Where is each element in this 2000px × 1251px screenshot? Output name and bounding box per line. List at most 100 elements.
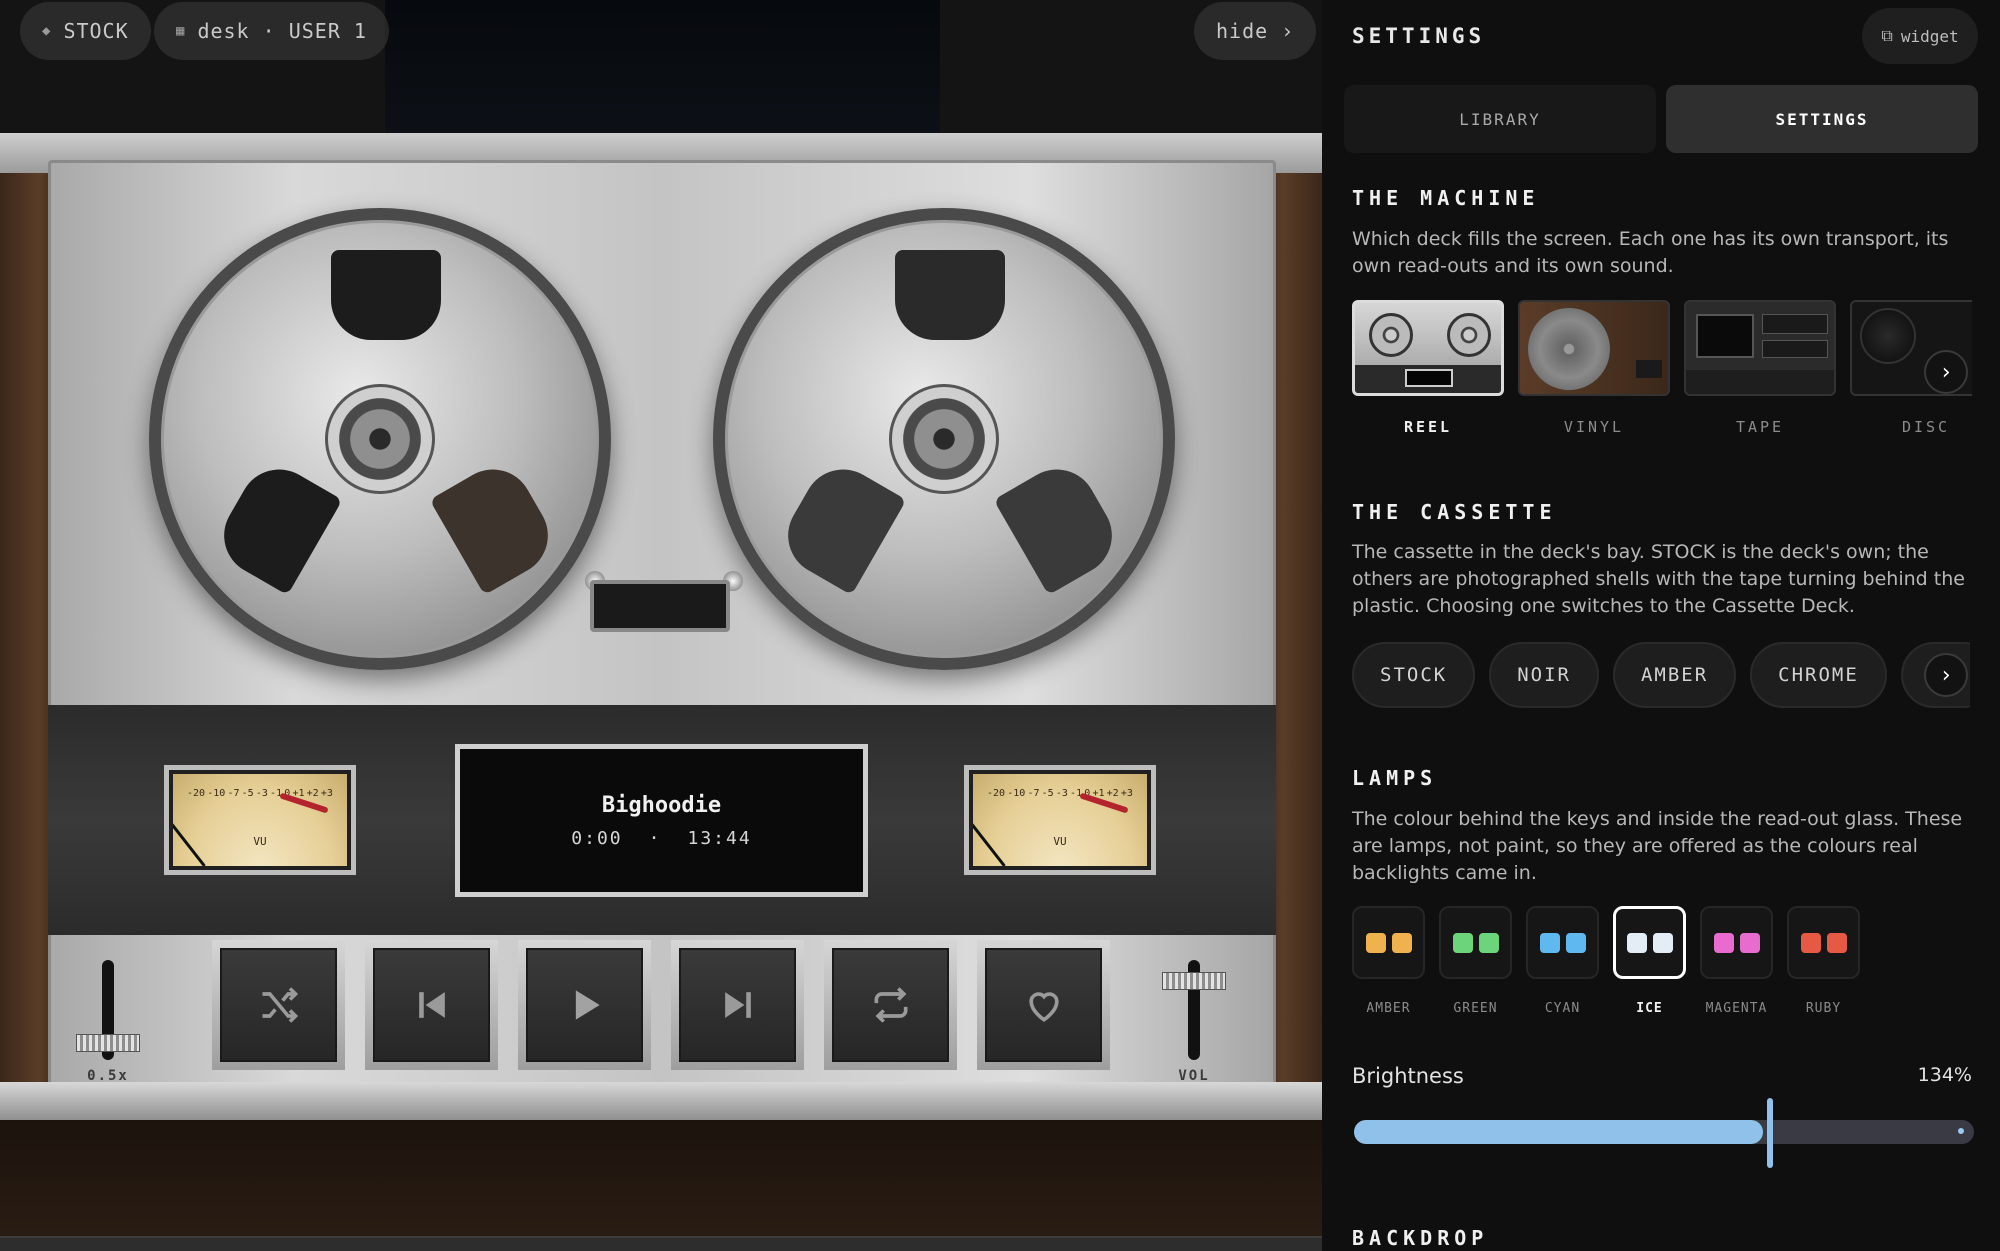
tab-settings[interactable]: SETTINGS [1666,85,1978,153]
heart-icon [1028,992,1059,1022]
lamp-option-magenta[interactable]: MAGENTA [1700,906,1773,1016]
lamp-label: GREEN [1453,1001,1498,1016]
cabinet-bottom-trim [0,1082,1322,1120]
tape-thumbnail [1684,300,1836,396]
right-reel-hub [889,384,999,494]
diamond-icon: ◆ [42,23,52,39]
lamp-label: ICE [1636,1001,1663,1016]
hide-button[interactable]: hide › [1194,2,1317,60]
widget-icon: ⧉ [1881,26,1893,45]
lamp-label: MAGENTA [1705,1001,1768,1016]
shuffle-button[interactable] [212,940,345,1070]
lamp-swatch [1613,906,1686,979]
desk-user-pill[interactable]: ▦ desk · USER 1 [154,2,389,60]
back-wall [385,0,940,135]
brightness-fill [1354,1120,1763,1144]
previous-icon [418,992,445,1018]
settings-panel: SETTINGS ⧉ widget LIBRARY SETTINGS THE M… [1322,0,2000,1251]
hide-button-label: hide › [1216,19,1295,43]
left-reel-hub [325,384,435,494]
track-times: 0:00 · 13:44 [571,828,751,849]
vu-meter-right: -20 -10 -7 -5 -3 -1 0 +1 +2 +3 VU [964,765,1156,875]
lamps-heading: LAMPS [1352,766,1438,790]
machine-description: Which deck fills the screen. Each one ha… [1352,228,1949,277]
deck-stage: ◆ STOCK ▦ desk · USER 1 hide › -20 -10 -… [0,0,1322,1251]
backdrop-heading: BACKDROP [1352,1226,1489,1250]
time-current: 0:00 [571,827,623,849]
volume-fader-knob[interactable] [1162,972,1226,990]
lamp-swatch [1700,906,1773,979]
widget-button[interactable]: ⧉ widget [1862,8,1978,64]
speed-fader[interactable]: 0.5x [76,960,140,1084]
readout-display: Bighoodie 0:00 · 13:44 [455,744,868,897]
vu-meter-left: -20 -10 -7 -5 -3 -1 0 +1 +2 +3 VU [164,765,356,875]
lamps-description: The colour behind the keys and inside th… [1352,808,1963,884]
lamp-swatch [1352,906,1425,979]
brightness-slider[interactable] [1354,1098,1974,1168]
brightness-thumb[interactable] [1767,1098,1773,1168]
chevron-right-icon: › [1939,662,1953,688]
stock-pill[interactable]: ◆ STOCK [20,2,151,60]
desk-floor [0,1120,1322,1251]
lamp-label: CYAN [1544,1001,1581,1016]
panel-tabs: LIBRARY SETTINGS [1344,85,1978,153]
cassette-picker: STOCK NOIR AMBER CHROME GOL [1352,642,1970,708]
machine-option-label: TAPE [1735,418,1785,436]
right-reel [713,208,1175,670]
machine-scroll-next-button[interactable]: › [1924,350,1968,394]
reel-thumbnail [1352,300,1504,396]
previous-button[interactable] [365,940,498,1070]
lamp-option-ruby[interactable]: RUBY [1787,906,1860,1016]
vinyl-thumbnail [1518,300,1670,396]
lamp-option-cyan[interactable]: CYAN [1526,906,1599,1016]
tape-head [590,580,730,632]
machine-option-tape[interactable]: TAPE [1684,300,1836,440]
next-icon [724,992,751,1018]
machine-picker: REEL VINYL TAPE DISC [1352,300,1972,440]
vu-scale-right: -20 -10 -7 -5 -3 -1 0 +1 +2 +3 [987,788,1133,799]
cassette-scroll-next-button[interactable]: › [1924,653,1968,697]
lamp-picker: AMBER GREEN CYAN ICE MAGENTA RUBY [1352,906,1952,1016]
lamp-swatch [1787,906,1860,979]
brightness-value: 134% [1917,1064,1972,1086]
lamp-option-green[interactable]: GREEN [1439,906,1512,1016]
desk-edge [0,1236,1322,1251]
cassette-option-amber[interactable]: AMBER [1612,642,1737,708]
left-reel [149,208,611,670]
repeat-button[interactable] [824,940,957,1070]
brightness-label: Brightness [1352,1064,1464,1088]
tab-library[interactable]: LIBRARY [1344,85,1656,153]
widget-button-label: widget [1900,26,1959,46]
lamp-swatch [1526,906,1599,979]
desk-icon: ▦ [176,23,186,39]
repeat-icon [874,987,907,1023]
machine-option-vinyl[interactable]: VINYL [1518,300,1670,440]
stock-pill-label: STOCK [63,19,129,43]
vu-label-right: VU [1053,835,1067,848]
speed-fader-knob[interactable] [76,1034,140,1052]
volume-fader[interactable]: VOL [1162,960,1226,1084]
cassette-option-chrome[interactable]: CHROME [1750,642,1887,708]
machine-option-reel[interactable]: REEL [1352,300,1504,440]
chevron-right-icon: › [1939,359,1953,385]
vu-label-left: VU [253,835,267,848]
play-button[interactable] [518,940,651,1070]
next-button[interactable] [671,940,804,1070]
time-total: 13:44 [687,827,752,849]
track-title: Bighoodie [601,792,722,818]
cassette-description: The cassette in the deck's bay. STOCK is… [1352,541,1965,617]
machine-heading: THE MACHINE [1352,186,1540,210]
time-separator: · [648,827,662,849]
lamp-label: RUBY [1805,1001,1842,1016]
lamp-swatch [1439,906,1512,979]
transport-keys [212,940,1110,1070]
panel-title: SETTINGS [1352,24,1486,48]
machine-option-label: VINYL [1563,418,1625,436]
lamp-option-amber[interactable]: AMBER [1352,906,1425,1016]
shuffle-icon [262,987,298,1023]
play-icon [575,990,600,1020]
favorite-button[interactable] [977,940,1110,1070]
lamp-option-ice[interactable]: ICE [1613,906,1686,1016]
cassette-option-noir[interactable]: NOIR [1489,642,1599,708]
cassette-option-stock[interactable]: STOCK [1352,642,1476,708]
